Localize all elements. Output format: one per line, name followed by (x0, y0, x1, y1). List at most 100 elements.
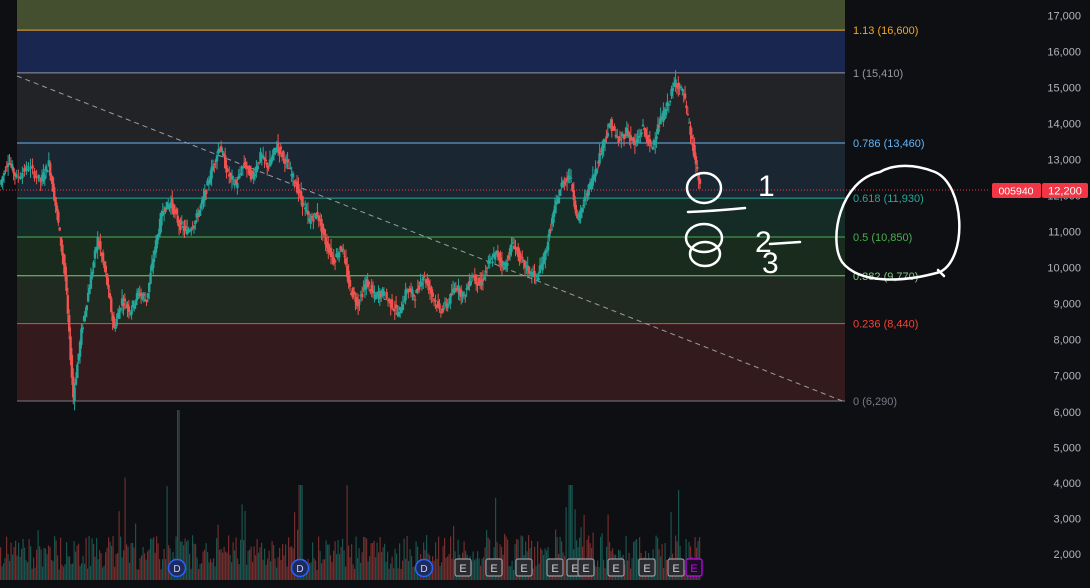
volume-bar (325, 540, 327, 580)
candle-body (226, 169, 230, 171)
volume-bar (232, 542, 234, 580)
volume-bar (543, 555, 545, 580)
volume-bar (442, 546, 444, 580)
volume-bar (192, 535, 194, 580)
volume-bar (19, 556, 21, 580)
volume-bar (250, 546, 252, 580)
candle-body (573, 200, 577, 210)
candle-body (464, 295, 467, 297)
candle-body (510, 244, 513, 253)
volume-bar (276, 567, 278, 580)
volume-bar (84, 563, 86, 580)
volume-bar (96, 538, 98, 580)
volume-bar (58, 569, 60, 580)
candle-body (480, 281, 483, 286)
volume-bar (12, 554, 14, 580)
volume-bar (448, 554, 450, 580)
candle-body (221, 150, 224, 153)
fibonacci-chart[interactable]: 1.13 (16,600) 1 (15,410) 0.786 (13,460) 0.6… (0, 0, 1090, 583)
volume-bar (658, 549, 660, 580)
volume-bar (477, 551, 479, 580)
volume-bar (142, 547, 144, 580)
volume-bar (157, 543, 159, 580)
candle-body (694, 156, 698, 165)
candle-body (257, 162, 261, 164)
candle-body (194, 220, 197, 225)
volume-bar (156, 536, 158, 580)
volume-bar (199, 564, 201, 580)
candle-body (506, 262, 509, 267)
volume-bar (178, 410, 180, 580)
candle-body (48, 163, 52, 176)
volume-bar (78, 543, 80, 580)
volume-bar (384, 543, 386, 580)
candle-body (172, 204, 175, 215)
candle-body (687, 122, 691, 124)
volume-bar (346, 485, 348, 580)
volume-bar (166, 486, 168, 580)
volume-bar (85, 537, 87, 580)
volume-bar (3, 563, 5, 580)
volume-bar (411, 555, 413, 580)
volume-bar (46, 554, 48, 580)
candle-body (696, 167, 699, 169)
volume-bar (36, 549, 38, 580)
candle-body (253, 174, 257, 176)
volume-bar (141, 555, 143, 580)
candle-body (84, 311, 87, 317)
candle-body (270, 159, 273, 164)
candle-body (162, 213, 166, 215)
volume-bar (126, 544, 128, 580)
volume-bar (265, 564, 267, 580)
candle-body (449, 294, 452, 304)
volume-bar (240, 539, 242, 580)
candle-body (283, 158, 287, 164)
price-tick-8: 15,000 (1047, 83, 1081, 95)
volume-bar (532, 568, 534, 580)
volume-bar (127, 546, 129, 580)
volume-bar (328, 544, 330, 580)
candle-body (332, 257, 335, 264)
candle-body (374, 294, 377, 300)
volume-bar (88, 536, 90, 580)
symbol-badge-text: 005940 (998, 186, 1033, 198)
volume-bar (97, 559, 99, 580)
chart-canvas[interactable]: 1.13 (16,600) 1 (15,410) 0.786 (13,460) 0.6… (0, 0, 1090, 583)
candle-body (393, 309, 396, 311)
volume-bar (132, 542, 134, 580)
volume-bar (129, 562, 131, 580)
volume-bar (237, 558, 239, 580)
volume-bar (264, 548, 266, 580)
volume-bar (444, 537, 446, 580)
volume-bar (42, 566, 44, 580)
volume-bar (201, 563, 203, 580)
candle-body (21, 172, 24, 179)
volume-bar (184, 538, 186, 580)
volume-bar (202, 551, 204, 580)
volume-bar (51, 559, 53, 580)
candle-body (73, 387, 76, 402)
volume-bar (256, 538, 258, 580)
volume-bar (397, 568, 399, 580)
candle-body (161, 210, 164, 216)
candle-body (66, 295, 70, 314)
candle-body (533, 270, 536, 275)
candle-body (211, 165, 215, 171)
volume-bar (228, 535, 230, 580)
volume-bar (351, 544, 353, 580)
candle-body (541, 263, 544, 271)
candle-body (61, 244, 64, 256)
candle-body (1, 176, 4, 182)
volume-bar (103, 565, 105, 580)
volume-bar (415, 541, 417, 580)
candle-body (671, 87, 675, 92)
price-badge-text: 12,200 (1048, 186, 1082, 198)
volume-bar (370, 543, 372, 580)
candle-body (27, 169, 30, 171)
volume-bar (538, 563, 540, 580)
volume-bar (451, 558, 453, 580)
candle-body (175, 209, 178, 214)
candle-body (152, 258, 155, 269)
volume-bar (595, 566, 597, 580)
candle-body (563, 182, 566, 185)
